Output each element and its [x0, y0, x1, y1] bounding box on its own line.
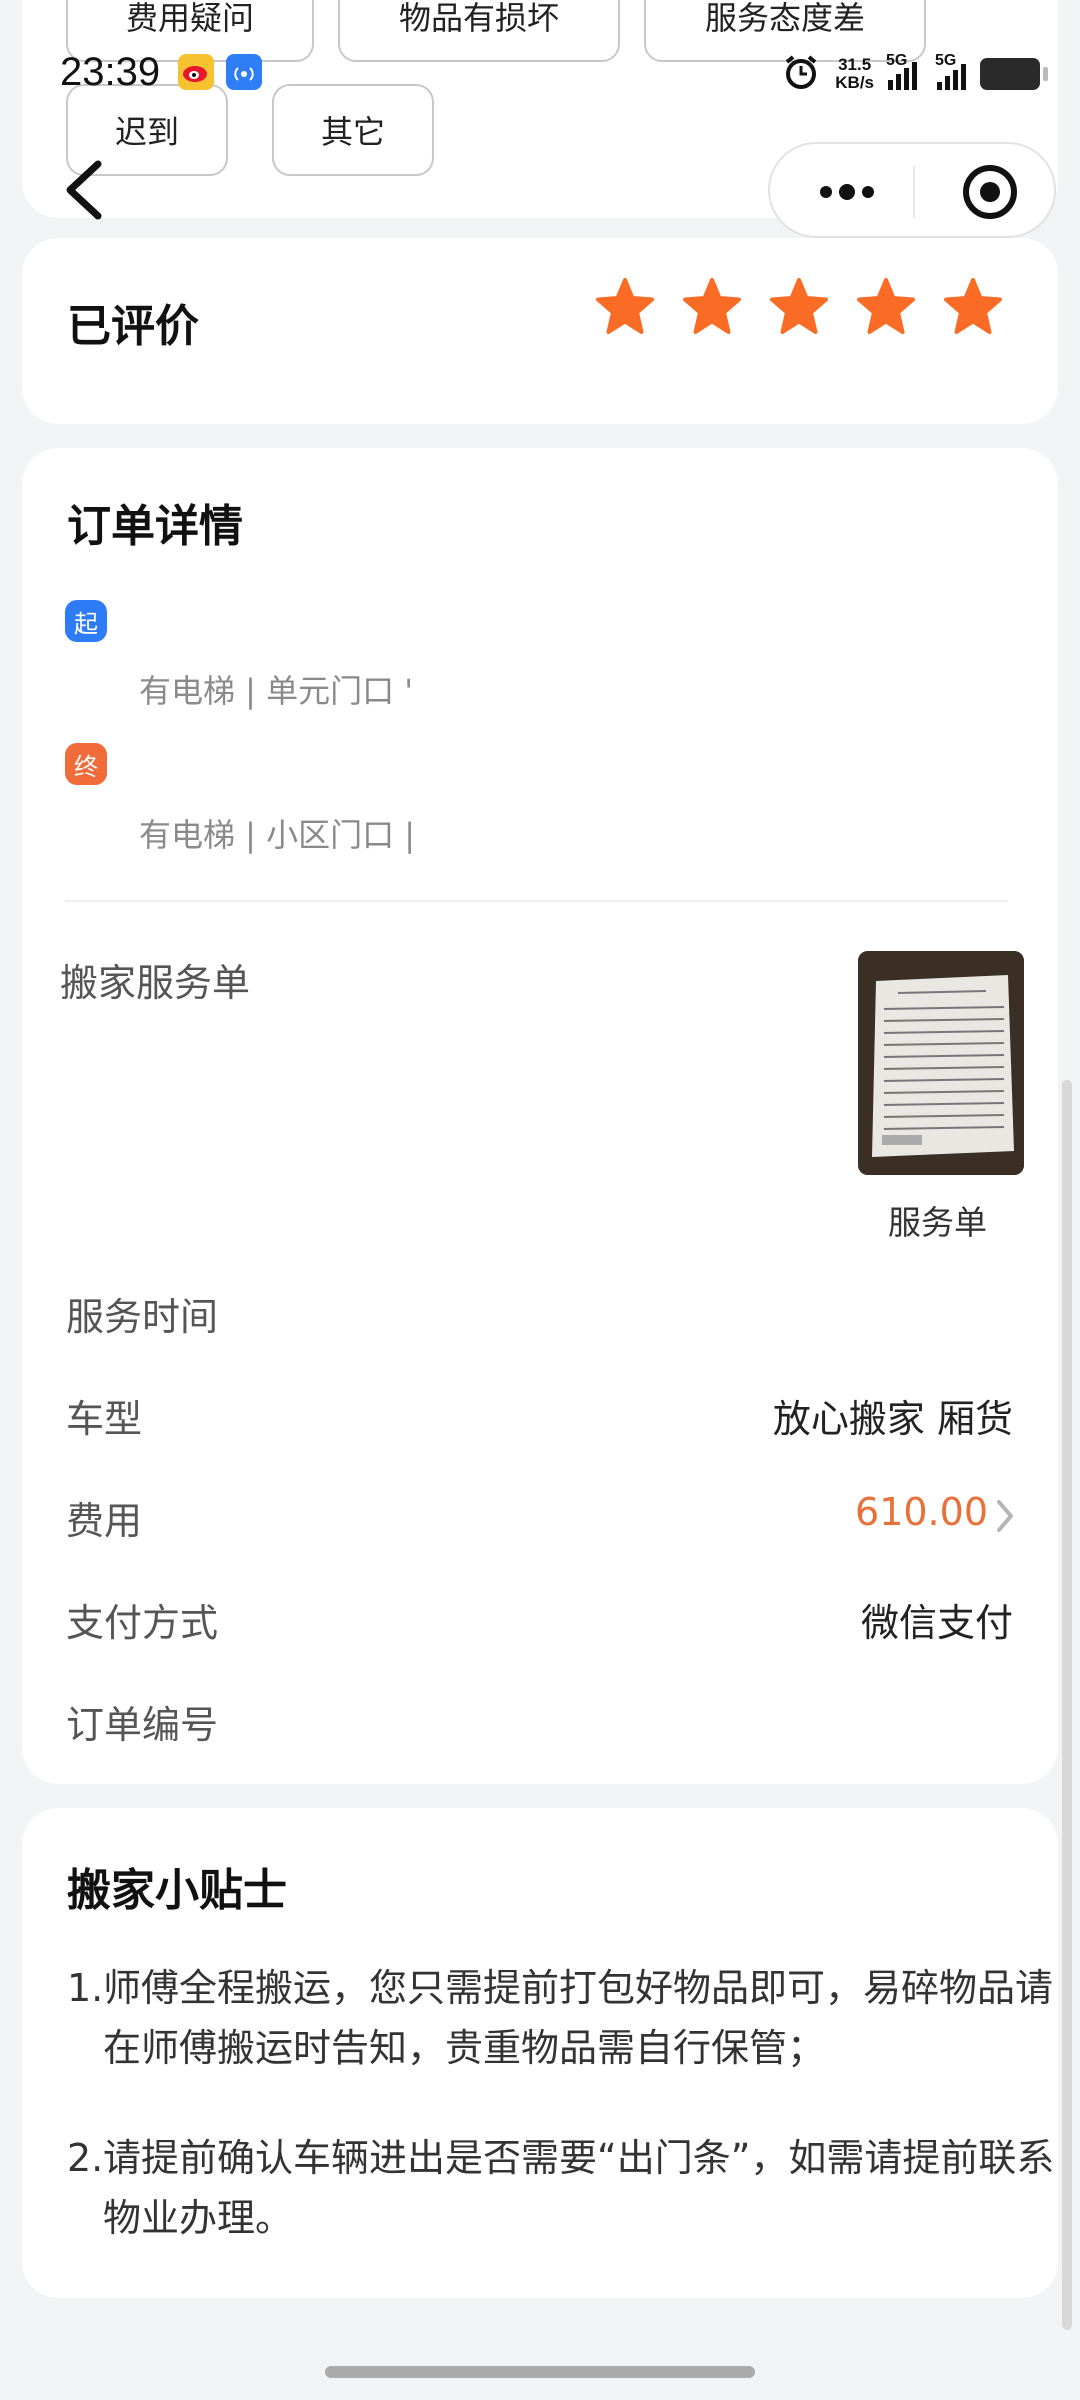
service-doc-thumbnail[interactable]: [858, 951, 1024, 1175]
row-label-payment: 支付方式: [66, 1601, 219, 1645]
star-icon: [683, 278, 741, 334]
miniprogram-capsule: [768, 142, 1056, 238]
capsule-divider: [913, 166, 915, 218]
target-circle-icon: [963, 165, 1017, 219]
order-details-card: 订单详情 起 有电梯 | 单元门口 ' 终 有电梯 | 小区门口 | 搬家服务单…: [22, 448, 1058, 1784]
row-label-vehicle: 车型: [66, 1397, 143, 1441]
service-doc-caption: 服务单: [888, 1203, 987, 1242]
more-dots-icon: [820, 184, 874, 200]
tip-item: 2. 请提前确认车辆进出是否需要“出门条”，如需请提前联系物业办理。: [67, 2136, 1055, 2240]
battery-icon: [980, 58, 1048, 90]
tips-title: 搬家小贴士: [67, 1865, 287, 1916]
hotspot-icon: [226, 54, 262, 90]
chevron-right-icon[interactable]: [994, 1496, 1016, 1536]
star-icon: [857, 278, 915, 334]
signal-sim2-icon: 5G: [935, 52, 966, 90]
end-badge: 终: [65, 743, 107, 785]
rating-title: 已评价: [67, 301, 199, 352]
rating-stars: [594, 276, 1004, 338]
star-icon: [944, 278, 1002, 334]
home-indicator[interactable]: [325, 2366, 755, 2378]
chevron-left-icon: [66, 160, 102, 220]
status-bar: 23:39 31.5 KB/s 5G 5G: [0, 40, 1080, 110]
start-address-detail: 有电梯 | 单元门口 ': [139, 672, 414, 710]
row-value-vehicle: 放心搬家 厢货: [772, 1397, 1013, 1441]
row-label-service-time: 服务时间: [66, 1295, 219, 1339]
tip-item: 1. 师傅全程搬运，您只需提前打包好物品即可，易碎物品请在师傅搬运时告知，贵重物…: [67, 1966, 1054, 2070]
row-label-fee: 费用: [66, 1499, 143, 1543]
tips-card: 搬家小贴士 1. 师傅全程搬运，您只需提前打包好物品即可，易碎物品请在师傅搬运时…: [22, 1808, 1058, 2298]
start-badge: 起: [65, 600, 107, 642]
order-details-title: 订单详情: [67, 501, 243, 552]
net-speed: 31.5 KB/s: [835, 55, 874, 92]
document-photo-icon: [858, 951, 1024, 1175]
star-icon: [770, 278, 828, 334]
divider: [65, 900, 1008, 902]
row-value-payment: 微信支付: [860, 1601, 1013, 1645]
more-button[interactable]: [812, 170, 882, 214]
end-address-detail: 有电梯 | 小区门口 |: [139, 816, 416, 854]
status-time: 23:39: [60, 50, 161, 94]
service-doc-label: 搬家服务单: [60, 961, 251, 1005]
fee-amount-link[interactable]: 610.00: [855, 1490, 988, 1534]
rating-card: 已评价: [22, 238, 1058, 424]
back-button[interactable]: [60, 158, 110, 222]
scrollbar[interactable]: [1062, 1080, 1072, 2330]
weibo-icon: [178, 54, 214, 90]
row-label-order-number: 订单编号: [66, 1703, 219, 1747]
star-icon: [596, 278, 654, 334]
close-miniprogram-button[interactable]: [960, 162, 1020, 222]
signal-sim1-icon: 5G: [886, 52, 917, 90]
alarm-icon: [781, 52, 821, 96]
